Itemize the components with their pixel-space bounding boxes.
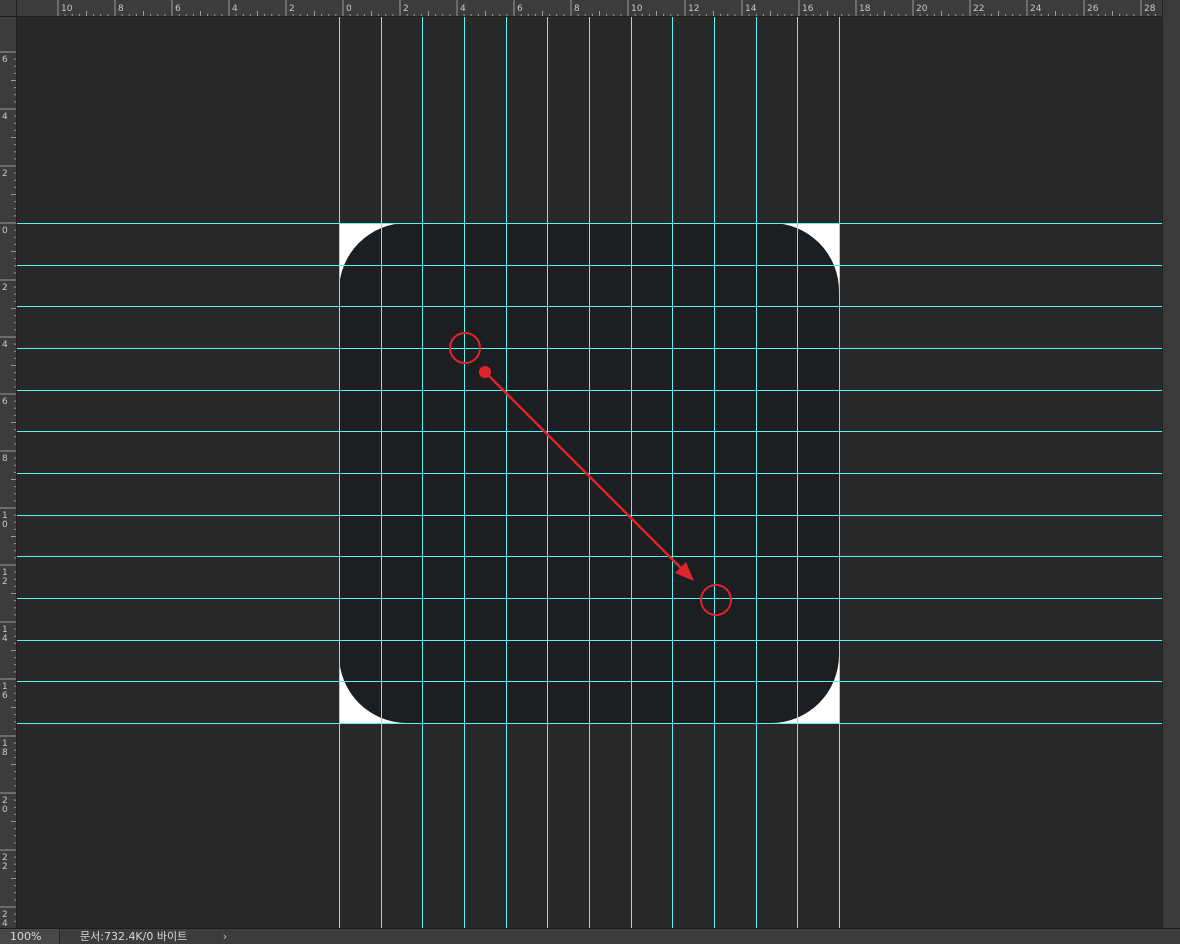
ruler-label: 2 [289, 4, 295, 14]
ruler-label: 8 [574, 4, 580, 14]
ruler-label: 0 [2, 520, 8, 530]
ruler-label: 8 [2, 748, 8, 758]
ruler-label: 2 [2, 169, 8, 179]
vertical-ruler[interactable]: 642024681012141618202224 [0, 17, 17, 928]
ruler-label: 6 [2, 691, 8, 701]
ruler-label: 26 [1087, 4, 1099, 14]
ruler-label: 2 [403, 4, 409, 14]
ruler-label: 4 [2, 112, 8, 122]
ruler-label: 6 [2, 397, 8, 407]
ruler-label: 2 [2, 862, 8, 872]
ruler-label: 16 [802, 4, 814, 14]
ruler-label: 4 [2, 634, 8, 644]
ruler-label: 6 [2, 55, 8, 65]
status-menu-arrow-icon[interactable]: › [218, 929, 232, 944]
ruler-label: 4 [232, 4, 238, 14]
ruler-label: 2 [2, 283, 8, 293]
ruler-label: 18 [859, 4, 871, 14]
ruler-label: 2 [2, 577, 8, 587]
ruler-label: 0 [2, 226, 8, 236]
ruler-label: 12 [688, 4, 699, 14]
ruler-label: 8 [118, 4, 124, 14]
ruler-label: 20 [916, 4, 928, 14]
guide-lines [17, 17, 1162, 928]
ruler-label: 24 [1030, 4, 1042, 14]
ruler-label: 0 [2, 805, 8, 815]
ruler-label: 10 [631, 4, 643, 14]
ruler-label: 22 [973, 4, 984, 14]
vertical-scrollbar[interactable] [1162, 0, 1180, 928]
document-canvas[interactable] [17, 17, 1162, 928]
ruler-label: 4 [460, 4, 466, 14]
ruler-label: 0 [346, 4, 352, 14]
ruler-label: 14 [745, 4, 757, 14]
zoom-level[interactable]: 100% [0, 929, 60, 944]
ruler-label: 8 [2, 454, 8, 464]
ruler-label: 4 [2, 340, 8, 350]
document-size-info[interactable]: 문서:732.4K/0 바이트 [80, 929, 187, 944]
status-bar: 100% 문서:732.4K/0 바이트 › [0, 928, 1180, 944]
ruler-label: 10 [61, 4, 73, 14]
ruler-label: 28 [1144, 4, 1156, 14]
ruler-label: 6 [175, 4, 181, 14]
ruler-label: 4 [2, 919, 8, 928]
horizontal-ruler[interactable]: 10 8 6 4 2 0 2 4 6 8 10 12 14 16 18 20 22 24 26 28 [17, 0, 1162, 17]
ruler-corner [0, 0, 17, 17]
ruler-label: 6 [517, 4, 523, 14]
